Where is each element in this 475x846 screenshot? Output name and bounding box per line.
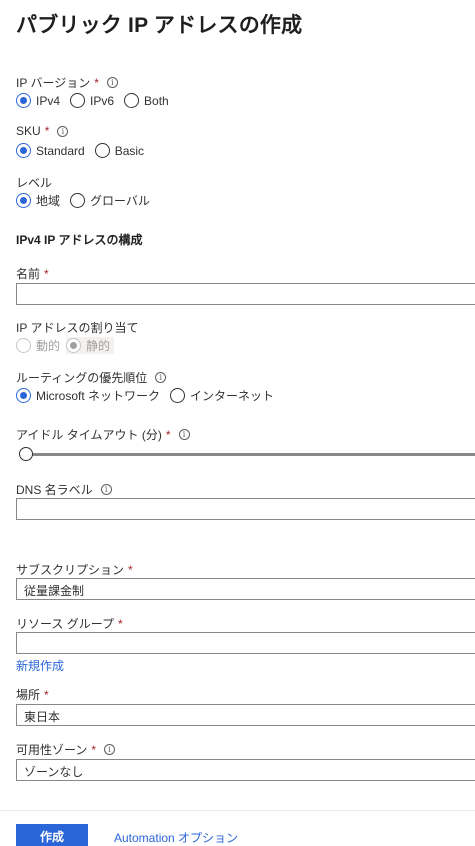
required-marker: * (128, 562, 133, 577)
routing-preference-label-text: ルーティングの優先順位 (16, 371, 148, 385)
radio-label: Standard (36, 143, 85, 158)
create-button[interactable]: 作成 (16, 824, 88, 846)
ipv4-config-heading: IPv4 IP アドレスの構成 (16, 233, 143, 247)
radio-button-icon[interactable] (16, 93, 31, 108)
radio-button-icon[interactable] (70, 93, 86, 108)
radio-label: Microsoft ネットワーク (36, 389, 161, 403)
radio-button-icon[interactable] (124, 93, 140, 108)
automation-options-link[interactable]: Automation オプション (114, 829, 238, 846)
footer-divider (0, 810, 475, 811)
radio-label: インターネット (190, 389, 275, 403)
radio-button-icon[interactable] (16, 143, 31, 158)
required-marker: * (165, 427, 171, 442)
info-icon[interactable]: i (100, 484, 112, 495)
required-marker: * (44, 687, 49, 702)
required-marker: * (91, 742, 97, 757)
radio-static: 静的 (66, 337, 115, 354)
dns-input[interactable] (16, 498, 475, 520)
radio-label: 動的 (36, 339, 61, 353)
ip-version-label: IP バージョン * i (16, 74, 118, 91)
info-icon[interactable]: i (57, 125, 69, 137)
required-marker: * (118, 616, 123, 631)
dns-label-text: DNS 名ラベル (16, 483, 93, 497)
radio-dynamic: 動的 (16, 337, 60, 354)
location-select[interactable]: 東日本 (16, 704, 475, 726)
info-icon[interactable]: i (155, 372, 167, 383)
subscription-label-text: サブスクリプション (16, 563, 125, 577)
radio-label: Basic (114, 143, 145, 158)
sku-label: SKU * i (16, 124, 69, 138)
idle-timeout-slider-thumb[interactable] (19, 447, 33, 461)
sku-radio-group: Standard Basic (16, 143, 154, 158)
dns-label: DNS 名ラベル i (16, 481, 112, 498)
required-marker: * (94, 75, 99, 90)
level-label-text: レベル (16, 176, 53, 190)
required-marker: * (44, 266, 49, 281)
required-marker: * (44, 124, 50, 138)
routing-radio-group: Microsoft ネットワーク インターネット (16, 387, 284, 404)
radio-standard[interactable]: Standard (16, 143, 85, 158)
ip-assignment-label-text: IP アドレスの割り当て (16, 321, 139, 335)
info-icon[interactable]: i (178, 429, 190, 440)
more-options-button[interactable]: ··· (276, 10, 293, 26)
radio-button-icon[interactable] (70, 193, 86, 208)
radio-button-icon[interactable] (16, 193, 31, 208)
create-new-resource-group-link[interactable]: 新規作成 (16, 657, 64, 674)
resource-group-label: リソース グループ * (16, 615, 123, 632)
subscription-select[interactable]: 従量課金制 (16, 578, 475, 600)
radio-label: 地域 (36, 194, 61, 208)
radio-internet[interactable]: インターネット (170, 387, 274, 404)
subscription-label: サブスクリプション * (16, 561, 133, 578)
radio-button-icon[interactable] (170, 388, 186, 403)
radio-button-icon[interactable] (16, 388, 31, 403)
page-title: パブリック IP アドレスの作成 (16, 14, 303, 37)
info-icon[interactable]: i (106, 77, 118, 88)
radio-label: グローバル (90, 194, 150, 208)
idle-timeout-label-text: アイドル タイムアウト (分) (16, 428, 162, 442)
radio-ipv6[interactable]: IPv6 (70, 93, 114, 108)
availability-zone-select[interactable]: ゾーンなし (16, 759, 475, 781)
radio-button-icon[interactable] (94, 143, 110, 158)
ip-version-radio-group: IPv4 IPv6 Both (16, 93, 179, 108)
location-label: 場所 * (16, 686, 49, 703)
ip-assignment-label: IP アドレスの割り当て (16, 319, 138, 336)
routing-preference-label: ルーティングの優先順位 i (16, 369, 167, 386)
ip-version-label-text: IP バージョン (16, 76, 91, 90)
ip-assignment-radio-group: 動的 静的 (16, 337, 124, 354)
idle-timeout-slider-track[interactable] (25, 453, 475, 456)
radio-regional[interactable]: 地域 (16, 192, 60, 209)
name-input[interactable] (16, 283, 475, 305)
radio-button-icon (16, 338, 31, 353)
radio-microsoft-network[interactable]: Microsoft ネットワーク (16, 387, 160, 404)
name-label: 名前 * (16, 265, 49, 282)
info-icon[interactable]: i (104, 744, 116, 755)
name-label-text: 名前 (16, 267, 41, 281)
level-radio-group: 地域 グローバル (16, 192, 160, 209)
radio-label: Both (144, 93, 169, 108)
radio-button-icon (66, 338, 82, 353)
sku-label-text: SKU (16, 124, 41, 138)
level-label: レベル (16, 174, 52, 191)
radio-label: 静的 (86, 339, 111, 353)
availability-zone-label-text: 可用性ゾーン (16, 743, 88, 757)
location-label-text: 場所 (16, 688, 41, 702)
radio-basic[interactable]: Basic (94, 143, 145, 158)
radio-ipv4[interactable]: IPv4 (16, 93, 60, 108)
radio-global[interactable]: グローバル (70, 192, 150, 209)
radio-label: IPv4 (36, 93, 61, 108)
radio-both[interactable]: Both (124, 93, 169, 108)
availability-zone-label: 可用性ゾーン * i (16, 741, 116, 758)
radio-label: IPv6 (90, 93, 115, 108)
idle-timeout-label: アイドル タイムアウト (分) * i (16, 426, 190, 443)
resource-group-select[interactable] (16, 632, 475, 654)
resource-group-label-text: リソース グループ (16, 617, 115, 631)
